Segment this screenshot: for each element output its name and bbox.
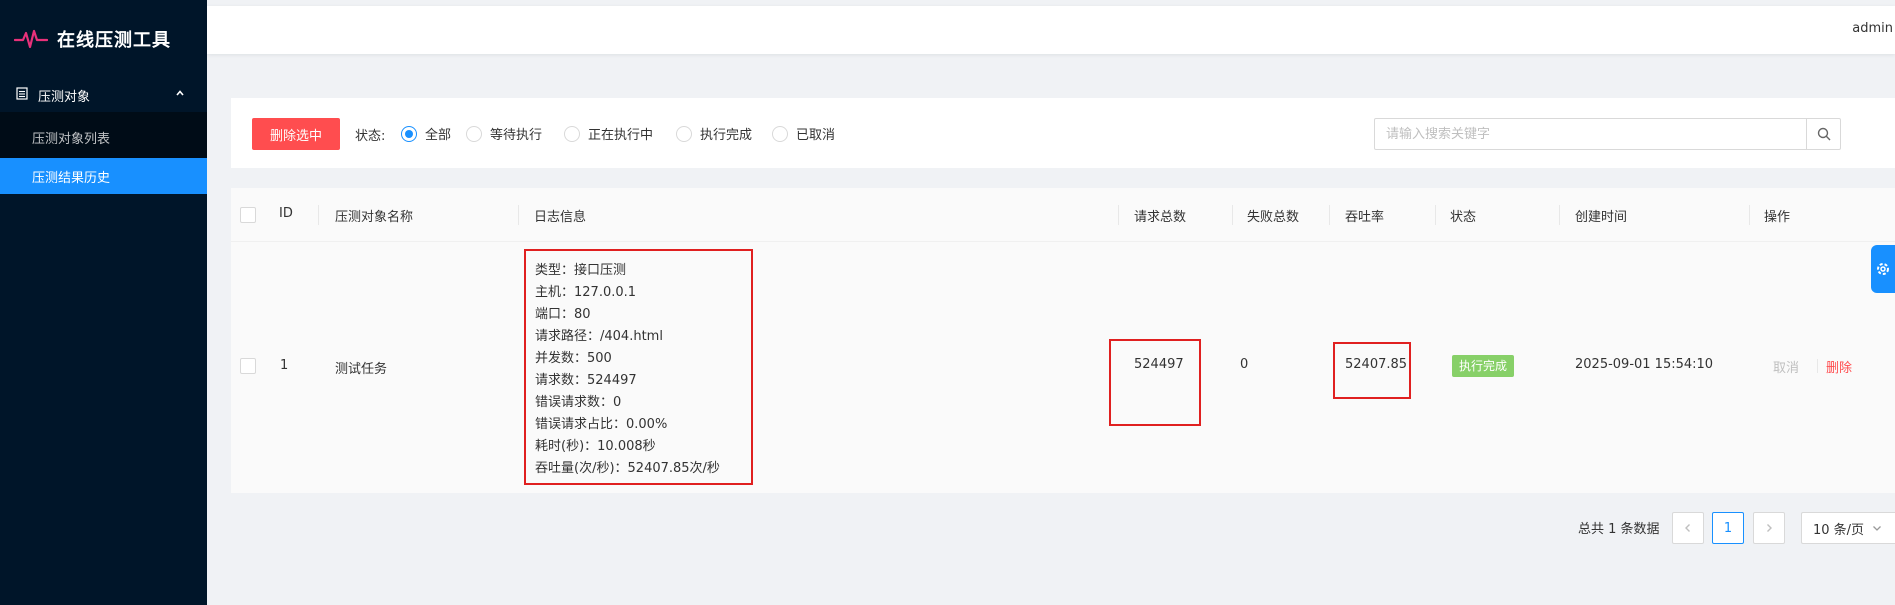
gear-icon: [1877, 263, 1889, 275]
radio-circle: [676, 125, 692, 142]
cell-throughput: 52407.85: [1345, 357, 1408, 372]
cell-id: 1: [280, 358, 289, 373]
col-divider: [1118, 205, 1119, 225]
col-divider: [1559, 205, 1560, 225]
settings-float-button[interactable]: [1871, 245, 1895, 293]
prev-page-button[interactable]: [1672, 512, 1704, 544]
radio-label: 全部: [425, 128, 452, 143]
heartbeat-logo-icon: [14, 29, 48, 49]
radio-waiting[interactable]: 等待执行: [466, 124, 542, 143]
radio-label: 正在执行中: [588, 128, 654, 143]
select-all-checkbox[interactable]: [240, 207, 256, 223]
header: admin: [207, 6, 1895, 54]
log-line: 类型：接口压测: [535, 263, 627, 278]
col-status: 状态: [1450, 210, 1477, 225]
col-log: 日志信息: [534, 210, 587, 225]
chevron-left-icon: [1685, 524, 1690, 532]
row-checkbox[interactable]: [240, 358, 256, 374]
table-header: ID 压测对象名称 日志信息 请求总数 失败总数 吞吐率 状态 创建时间 操作: [231, 188, 1895, 242]
log-line: 错误请求占比：0.00%: [535, 417, 668, 432]
cell-total-requests: 524497: [1134, 357, 1184, 372]
log-line: 主机：127.0.0.1: [535, 285, 637, 300]
search-button[interactable]: [1806, 119, 1840, 149]
sidebar-item-target-list[interactable]: 压测对象列表: [0, 116, 207, 158]
results-table: ID 压测对象名称 日志信息 请求总数 失败总数 吞吐率 状态 创建时间 操作 …: [231, 188, 1895, 493]
radio-label: 已取消: [796, 128, 836, 143]
radio-circle: [564, 125, 580, 142]
search-box: [1374, 118, 1841, 150]
cancel-link[interactable]: 取消: [1773, 357, 1799, 376]
log-line: 端口：80: [535, 307, 591, 322]
radio-circle: [466, 125, 482, 142]
log-info-highlight: 类型：接口压测 主机：127.0.0.1 端口：80 请求路径：/404.htm…: [524, 249, 753, 485]
log-line: 请求路径：/404.html: [535, 329, 663, 344]
radio-cancelled[interactable]: 已取消: [772, 124, 835, 143]
radio-label: 等待执行: [490, 128, 543, 143]
table-row: 1 测试任务 类型：接口压测 主机：127.0.0.1 端口：80 请求路径：/…: [231, 242, 1895, 493]
sidebar-item-label: 压测结果历史: [32, 170, 111, 186]
chevron-right-icon: [1767, 524, 1772, 532]
radio-completed[interactable]: 执行完成: [676, 124, 752, 143]
cell-target-name: 测试任务: [335, 362, 388, 377]
sidebar: 在线压测工具 压测对象 压测对象列表 压测结果历史: [0, 0, 207, 605]
total-requests-highlight: [1109, 339, 1201, 426]
app-logo[interactable]: 在线压测工具: [0, 0, 207, 78]
col-throughput: 吞吐率: [1345, 210, 1385, 225]
radio-all[interactable]: 全部: [401, 124, 451, 143]
col-divider: [1232, 205, 1233, 225]
list-doc-icon: [16, 86, 28, 104]
search-icon: [1817, 127, 1830, 141]
radio-circle: [772, 125, 788, 142]
status-filter-label: 状态:: [355, 129, 386, 144]
radio-label: 执行完成: [700, 128, 753, 143]
col-failed-total: 失败总数: [1247, 210, 1300, 225]
menu-group-targets[interactable]: 压测对象: [0, 78, 207, 112]
radio-running[interactable]: 正在执行中: [564, 124, 653, 143]
menu-group-label: 压测对象: [38, 89, 91, 105]
sidebar-item-result-history[interactable]: 压测结果历史: [0, 158, 207, 194]
delete-link[interactable]: 删除: [1826, 357, 1852, 376]
chevron-up-icon: [175, 87, 185, 102]
log-line: 耗时(秒)：10.008秒: [535, 439, 656, 454]
delete-selected-button[interactable]: 删除选中: [252, 118, 340, 150]
user-menu[interactable]: admin: [1852, 21, 1893, 36]
cell-created-at: 2025-09-01 15:54:10: [1575, 357, 1714, 372]
col-created-at: 创建时间: [1575, 210, 1628, 225]
status-badge: 执行完成: [1452, 355, 1515, 377]
radio-circle: [401, 125, 417, 142]
col-actions: 操作: [1764, 210, 1791, 225]
action-divider: [1817, 359, 1818, 373]
log-line: 吞吐量(次/秒)：52407.85次/秒: [535, 461, 720, 476]
col-divider: [1435, 205, 1436, 225]
log-line: 错误请求数：0: [535, 395, 622, 410]
col-id: ID: [279, 206, 293, 221]
page-number-button[interactable]: 1: [1712, 512, 1744, 544]
pagination-total: 总共 1 条数据: [1578, 522, 1660, 537]
filter-bar: 删除选中 状态: 全部 等待执行 正在执行中 执行完成 已取消: [231, 98, 1895, 168]
page-size-select[interactable]: 10 条/页: [1801, 512, 1895, 544]
sidebar-item-label: 压测对象列表: [32, 131, 111, 147]
chevron-down-icon: [1873, 526, 1882, 531]
submenu: 压测对象列表 压测结果历史: [0, 112, 207, 194]
col-total-requests: 请求总数: [1134, 210, 1187, 225]
log-line: 请求数：524497: [535, 373, 637, 388]
col-divider: [1749, 205, 1750, 225]
cell-failed-total: 0: [1240, 357, 1249, 372]
page-size-label: 10 条/页: [1813, 522, 1865, 538]
next-page-button[interactable]: [1753, 512, 1785, 544]
col-divider: [1329, 205, 1330, 225]
col-divider: [318, 205, 319, 225]
log-line: 并发数：500: [535, 351, 612, 366]
col-target-name: 压测对象名称: [335, 210, 414, 225]
col-divider: [518, 205, 519, 225]
app-title: 在线压测工具: [57, 30, 171, 51]
search-input[interactable]: [1375, 119, 1807, 149]
